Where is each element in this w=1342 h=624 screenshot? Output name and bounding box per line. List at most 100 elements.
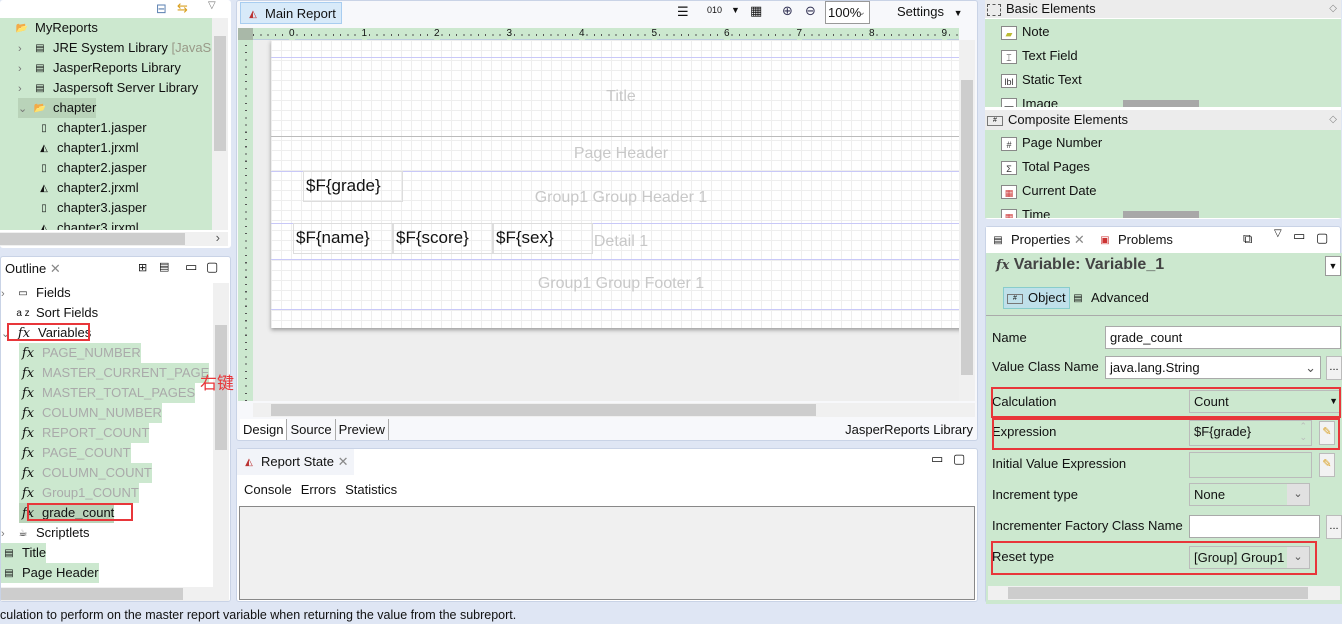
- tree-icon[interactable]: ⊞: [138, 261, 147, 274]
- tab-statistics[interactable]: Statistics: [345, 482, 397, 497]
- initial-value-input[interactable]: [1189, 452, 1312, 478]
- minimize-icon[interactable]: ▭: [931, 451, 943, 467]
- tree-item[interactable]: fx PAGE_COUNT: [19, 443, 131, 463]
- initial-value-editor-button[interactable]: ✎: [1319, 453, 1335, 477]
- palette-item[interactable]: # Page Number: [1001, 133, 1102, 153]
- field-sex[interactable]: $F{sex}: [493, 223, 593, 254]
- tab-design[interactable]: Design: [240, 419, 288, 440]
- console-area[interactable]: [239, 506, 975, 600]
- tree-item[interactable]: › ☕ Scriptlets: [1, 523, 89, 543]
- tab-source[interactable]: Source: [287, 419, 336, 440]
- tree-item[interactable]: › ▤ JasperReports Library: [18, 58, 181, 78]
- outline-vscroll[interactable]: [213, 283, 229, 587]
- chevron-right-icon[interactable]: ›: [1, 284, 15, 304]
- design-canvas[interactable]: Title Page Header Group1 Group Header 1 …: [253, 40, 959, 401]
- band-group-footer[interactable]: Group1 Group Footer 1: [271, 275, 959, 293]
- tab-problems[interactable]: ▣ Problems: [1097, 227, 1173, 253]
- chevron-right-icon[interactable]: ›: [18, 79, 32, 99]
- tree-item[interactable]: fx MASTER_TOTAL_PAGES: [19, 383, 196, 403]
- tree-item[interactable]: ▯ chapter2.jasper: [36, 158, 146, 178]
- tree-item[interactable]: fx Group1_COUNT: [19, 483, 139, 503]
- pin-icon[interactable]: ⧉: [1243, 231, 1252, 247]
- tree-item[interactable]: ›▤ JRE System Library [JavaSE-1.8]: [18, 38, 212, 58]
- tree-item[interactable]: ⌄ 📂 chapter: [18, 98, 97, 119]
- tree-item[interactable]: ▯ chapter1.jasper: [36, 118, 146, 138]
- datasource-icon[interactable]: 010: [707, 5, 722, 15]
- palette-item[interactable]: ▰ Note: [1001, 22, 1049, 42]
- name-input[interactable]: grade_count: [1105, 326, 1341, 349]
- collapse-all-icon[interactable]: ⊟: [156, 1, 167, 17]
- tab-console[interactable]: Console: [244, 482, 292, 497]
- tab-main-report[interactable]: ◭ Main Report: [240, 2, 342, 24]
- value-class-browse-button[interactable]: ...: [1326, 356, 1342, 380]
- subtab-object[interactable]: # Object: [1003, 287, 1070, 309]
- settings-button[interactable]: Settings ▼: [897, 4, 963, 19]
- chevron-right-icon[interactable]: ›: [1, 524, 15, 544]
- palette-item[interactable]: ⌶ Text Field: [1001, 46, 1078, 66]
- tree-item[interactable]: ◭ chapter2.jrxml: [36, 178, 139, 198]
- tab-properties[interactable]: ▤ Properties ✕: [986, 227, 1089, 253]
- tab-preview[interactable]: Preview: [336, 419, 389, 440]
- view-menu-icon[interactable]: ▽: [208, 0, 216, 11]
- editor-hscroll[interactable]: [253, 403, 975, 417]
- subtab-advanced[interactable]: ▤ Advanced: [1070, 288, 1149, 308]
- tab-errors[interactable]: Errors: [301, 482, 336, 497]
- dropdown-arrow-icon[interactable]: ▼: [731, 5, 740, 15]
- tree-item[interactable]: fx COLUMN_COUNT: [19, 463, 152, 483]
- tree-item[interactable]: ◭ chapter1.jrxml: [36, 138, 139, 158]
- minimize-icon[interactable]: ▭: [185, 259, 197, 275]
- field-score[interactable]: $F{score}: [393, 223, 493, 254]
- tree-item[interactable]: fx COLUMN_NUMBER: [19, 403, 162, 423]
- chevron-down-icon[interactable]: ⌄: [18, 99, 32, 119]
- tree-item[interactable]: fx REPORT_COUNT: [19, 423, 150, 443]
- outline-hscroll[interactable]: [1, 587, 229, 601]
- tree-item[interactable]: › ▤ Jaspersoft Server Library: [18, 78, 198, 98]
- maximize-icon[interactable]: ▢: [953, 451, 965, 467]
- incrementer-factory-browse-button[interactable]: ...: [1326, 515, 1342, 539]
- chevron-right-icon[interactable]: ›: [18, 39, 32, 59]
- view-menu-icon[interactable]: ▽: [1274, 228, 1282, 239]
- tree-item[interactable]: › ▭ Fields: [1, 283, 71, 303]
- band-title[interactable]: Title: [271, 88, 959, 106]
- close-icon[interactable]: ✕: [1074, 232, 1085, 247]
- tree-item[interactable]: fx PAGE_NUMBER: [19, 343, 141, 363]
- tree-item[interactable]: a z Sort Fields: [1, 303, 98, 323]
- palette-item[interactable]: ▦ Time: [1001, 205, 1050, 218]
- tree-item[interactable]: ▤ Title: [1, 543, 47, 563]
- value-class-combo[interactable]: java.lang.String ⌄: [1105, 356, 1321, 379]
- tab-outline[interactable]: Outline ✕: [1, 259, 65, 281]
- tree-item[interactable]: fx MASTER_CURRENT_PAGE: [19, 363, 210, 383]
- properties-hscroll[interactable]: [988, 586, 1340, 600]
- close-icon[interactable]: ✕: [50, 261, 61, 276]
- compile-icon[interactable]: ▦: [750, 3, 762, 19]
- zoom-out-icon[interactable]: ⊖: [805, 3, 816, 19]
- increment-type-combo[interactable]: None ⌄: [1189, 483, 1310, 506]
- maximize-icon[interactable]: ▢: [1316, 230, 1328, 246]
- explorer-hscroll[interactable]: ›: [0, 230, 228, 246]
- field-grade[interactable]: $F{grade}: [303, 171, 403, 202]
- basic-elements-header[interactable]: Basic Elements ◇: [985, 0, 1341, 18]
- incrementer-factory-input[interactable]: [1189, 515, 1320, 538]
- chevron-right-icon[interactable]: ›: [18, 59, 32, 79]
- link-editor-icon[interactable]: ⇆: [177, 0, 188, 16]
- tree-item[interactable]: 📂 MyReports: [0, 18, 98, 38]
- bands-icon[interactable]: ☰: [677, 4, 689, 20]
- zoom-in-icon[interactable]: ⊕: [782, 3, 793, 19]
- minimize-icon[interactable]: ▭: [1293, 228, 1305, 244]
- outline-menu-icon[interactable]: ▤: [159, 260, 169, 273]
- tree-item[interactable]: ▤ Page Header: [1, 563, 99, 583]
- explorer-vscroll[interactable]: [212, 18, 228, 230]
- header-menu-button[interactable]: ▼: [1325, 256, 1341, 276]
- band-page-header[interactable]: Page Header: [271, 145, 959, 163]
- palette-item[interactable]: ▬ Image: [1001, 94, 1058, 107]
- tab-report-state[interactable]: ◭ Report State ✕: [237, 449, 354, 475]
- close-icon[interactable]: ✕: [338, 454, 349, 469]
- palette-item[interactable]: lbl Static Text: [1001, 70, 1082, 90]
- field-name[interactable]: $F{name}: [293, 223, 393, 254]
- tree-item[interactable]: ◭ chapter3.jrxml: [36, 218, 139, 230]
- palette-item[interactable]: ▦ Current Date: [1001, 181, 1096, 201]
- tree-item[interactable]: ▯ chapter3.jasper: [36, 198, 146, 218]
- palette-item[interactable]: Σ Total Pages: [1001, 157, 1090, 177]
- zoom-select[interactable]: 100% ⌄: [825, 1, 870, 24]
- editor-vscroll[interactable]: [959, 40, 975, 401]
